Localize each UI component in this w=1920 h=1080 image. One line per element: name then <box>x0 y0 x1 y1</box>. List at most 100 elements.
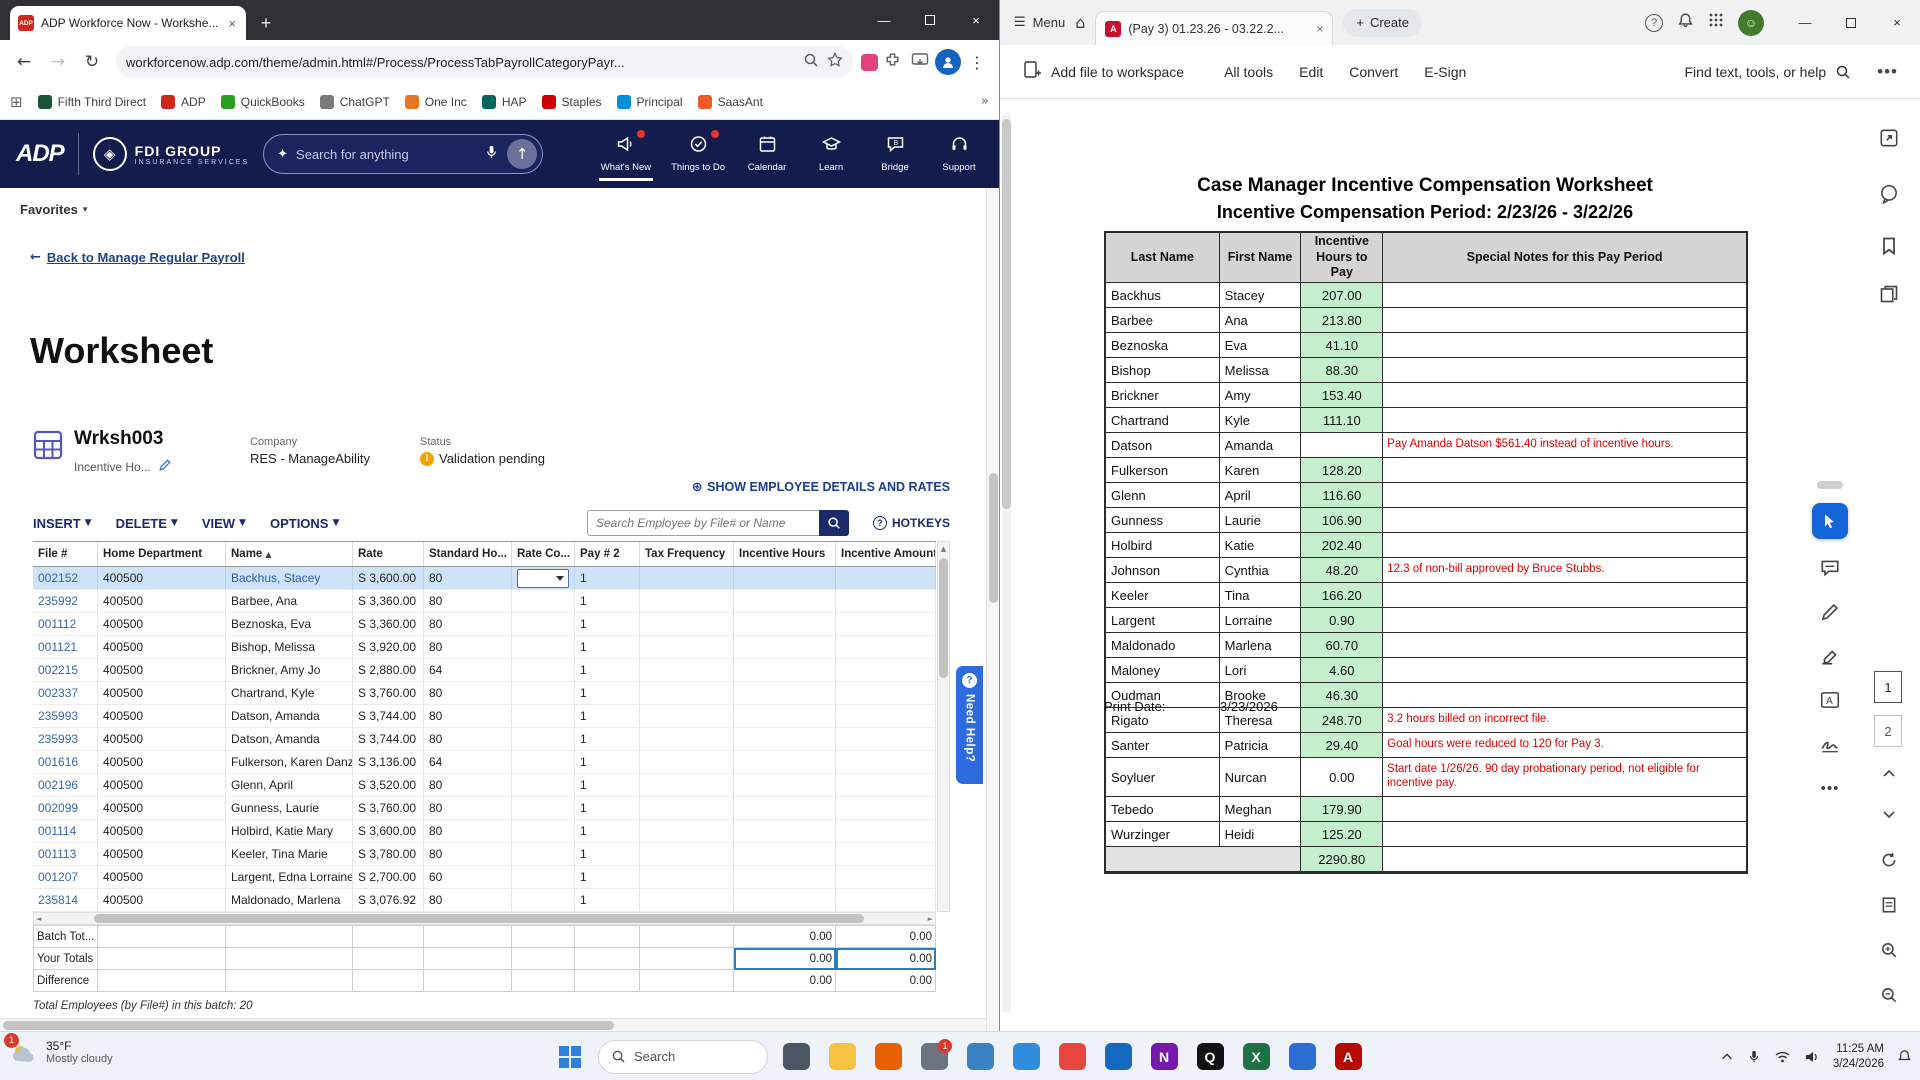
scroll-right-icon[interactable]: ► <box>928 915 933 923</box>
nav-learn[interactable]: Learn <box>807 128 855 181</box>
cell-file[interactable]: 002215 <box>33 659 98 681</box>
taskbar-app-quickbooks[interactable]: Q <box>1190 1037 1230 1077</box>
tab-close-icon[interactable]: × <box>226 16 238 31</box>
cell-file[interactable]: 235992 <box>33 590 98 612</box>
new-tab-button[interactable]: + <box>252 9 280 37</box>
cell-file[interactable]: 002099 <box>33 797 98 819</box>
cell-file[interactable]: 001121 <box>33 636 98 658</box>
bookmark-star-icon[interactable] <box>827 51 843 73</box>
taskbar-app-excel[interactable]: X <box>1236 1037 1276 1077</box>
column-header-rate[interactable]: Rate <box>353 542 424 566</box>
taskbar-clock[interactable]: 11:25 AM 3/24/2026 <box>1833 1042 1884 1072</box>
taskbar-app-file-explorer[interactable] <box>822 1037 862 1077</box>
search-submit-button[interactable]: ↑ <box>507 139 538 169</box>
employee-row[interactable]: 001112 400500 Beznoska, Eva S 3,360.00 80 1 <box>33 613 936 636</box>
column-header-home-department[interactable]: Home Department <box>98 542 226 566</box>
hotkeys-button[interactable]: ? HOTKEYS <box>872 516 950 530</box>
bookmarks-panel-icon[interactable] <box>1876 233 1902 259</box>
chevron-down-icon[interactable] <box>1878 803 1900 825</box>
nav-whats-new[interactable]: What's New <box>598 128 654 181</box>
taskbar-app-outlook[interactable] <box>1098 1037 1138 1077</box>
scrollbar-thumb[interactable] <box>94 914 864 923</box>
page-horizontal-scrollbar[interactable] <box>0 1018 986 1031</box>
taskbar-app-firefox[interactable] <box>868 1037 908 1077</box>
chevron-up-icon[interactable] <box>1878 763 1900 785</box>
zoom-icon[interactable] <box>803 52 819 73</box>
employee-search-input[interactable] <box>586 510 819 536</box>
browser-maximize-button[interactable] <box>907 0 953 40</box>
ai-assistant-icon[interactable] <box>1876 181 1902 207</box>
add-file-button[interactable]: Add file to workspace <box>1022 60 1184 83</box>
volume-icon[interactable] <box>1804 1050 1820 1064</box>
taskbar-app-chrome[interactable] <box>1052 1037 1092 1077</box>
profile-avatar[interactable] <box>935 49 961 75</box>
start-button[interactable] <box>550 1037 590 1077</box>
signature-tool-icon[interactable] <box>1815 729 1845 759</box>
edit-pencil-icon[interactable] <box>158 458 172 475</box>
export-pdf-icon[interactable] <box>1876 125 1902 151</box>
employee-row[interactable]: 001207 400500 Largent, Edna Lorraine S 2,70… <box>33 866 936 889</box>
extensions-puzzle-icon[interactable] <box>880 51 905 73</box>
acrobat-left-scrollbar[interactable] <box>1002 113 1011 1013</box>
tray-expand-icon[interactable] <box>1720 1050 1734 1064</box>
mic-icon[interactable] <box>1747 1049 1761 1064</box>
grid-horizontal-scrollbar[interactable]: ◄ ► <box>33 912 936 925</box>
home-icon[interactable]: ⌂ <box>1075 13 1085 32</box>
employee-row[interactable]: 002196 400500 Glenn, April S 3,520.00 80 1 <box>33 774 936 797</box>
cell-file[interactable]: 002152 <box>33 567 98 589</box>
browser-menu-icon[interactable]: ⋮ <box>963 53 991 72</box>
rotate-page-icon[interactable] <box>1878 849 1900 871</box>
tab-close-icon[interactable]: × <box>1316 22 1323 36</box>
find-tools-search[interactable]: Find text, tools, or help <box>1685 64 1852 80</box>
palette-drag-handle[interactable] <box>1817 481 1843 489</box>
employee-row[interactable]: 235814 400500 Maldonado, Marlena S 3,076.92… <box>33 889 936 912</box>
cell-file[interactable]: 001114 <box>33 820 98 842</box>
scrollbar-thumb[interactable] <box>3 1021 615 1030</box>
bookmark-staples[interactable]: Staples <box>541 94 602 109</box>
adp-search-bar[interactable]: ✦ Search for anything ↑ <box>263 134 544 174</box>
scrollbar-thumb[interactable] <box>1002 119 1011 509</box>
need-help-tab[interactable]: ? Need Help? <box>956 666 983 784</box>
scrollbar-thumb[interactable] <box>989 473 998 603</box>
scroll-left-icon[interactable]: ◄ <box>36 915 41 923</box>
page-thumbnails-icon[interactable] <box>1876 281 1902 307</box>
scroll-up-icon[interactable]: ▲ <box>938 542 949 556</box>
column-header-file[interactable]: File # <box>33 542 98 566</box>
forward-button[interactable]: → <box>42 46 74 78</box>
more-tools-icon[interactable]: ••• <box>1815 773 1845 803</box>
select-tool-active[interactable] <box>1812 503 1848 539</box>
acrobat-menu-button[interactable]: ☰ Menu <box>1014 15 1065 30</box>
bookmark-chatgpt[interactable]: ChatGPT <box>319 94 390 109</box>
employee-row[interactable]: 001114 400500 Holbird, Katie Mary S 3,600.0… <box>33 820 936 843</box>
pencil-tool-icon[interactable] <box>1815 597 1845 627</box>
acrobat-close-button[interactable]: × <box>1874 0 1920 45</box>
view-menu[interactable]: VIEW ▼ <box>202 516 246 531</box>
employee-search-button[interactable] <box>818 510 849 536</box>
employee-row[interactable]: 001121 400500 Bishop, Melissa S 3,920.00 80 1 <box>33 636 936 659</box>
mic-icon[interactable] <box>484 144 499 165</box>
esign-tab[interactable]: E-Sign <box>1424 64 1466 80</box>
zoom-out-icon[interactable] <box>1878 984 1900 1006</box>
add-text-tool-icon[interactable]: A <box>1815 685 1845 715</box>
acrobat-maximize-button[interactable] <box>1828 0 1874 45</box>
back-to-payroll-link[interactable]: ← Back to Manage Regular Payroll <box>30 250 245 265</box>
zoom-in-icon[interactable] <box>1878 939 1900 961</box>
weather-widget[interactable]: 1 35°F Mostly cloudy <box>4 1033 113 1067</box>
browser-close-button[interactable]: × <box>953 0 999 40</box>
fit-page-icon[interactable] <box>1878 894 1900 916</box>
create-button[interactable]: + Create <box>1343 8 1422 37</box>
bookmark-saasant[interactable]: SaasAnt <box>697 94 763 109</box>
cell-file[interactable]: 235814 <box>33 889 98 911</box>
taskbar-app-onenote[interactable]: N <box>1144 1037 1184 1077</box>
bell-icon[interactable] <box>1677 12 1694 34</box>
column-header-incentive-amount[interactable]: Incentive Amount <box>836 542 936 566</box>
cell-file[interactable]: 235993 <box>33 728 98 750</box>
page-2-thumbnail[interactable]: 2 <box>1874 715 1902 747</box>
bookmark-hap[interactable]: HAP <box>481 94 527 109</box>
employee-row[interactable]: 235992 400500 Barbee, Ana S 3,360.00 80 1 <box>33 590 936 613</box>
column-header-pay-2[interactable]: Pay # 2 <box>575 542 640 566</box>
cell-file[interactable]: 001616 <box>33 751 98 773</box>
refresh-button[interactable]: ↻ <box>76 46 108 78</box>
employee-row[interactable]: 002099 400500 Gunness, Laurie S 3,760.00 80 1 <box>33 797 936 820</box>
column-header-name[interactable]: Name ▲ <box>226 542 353 566</box>
